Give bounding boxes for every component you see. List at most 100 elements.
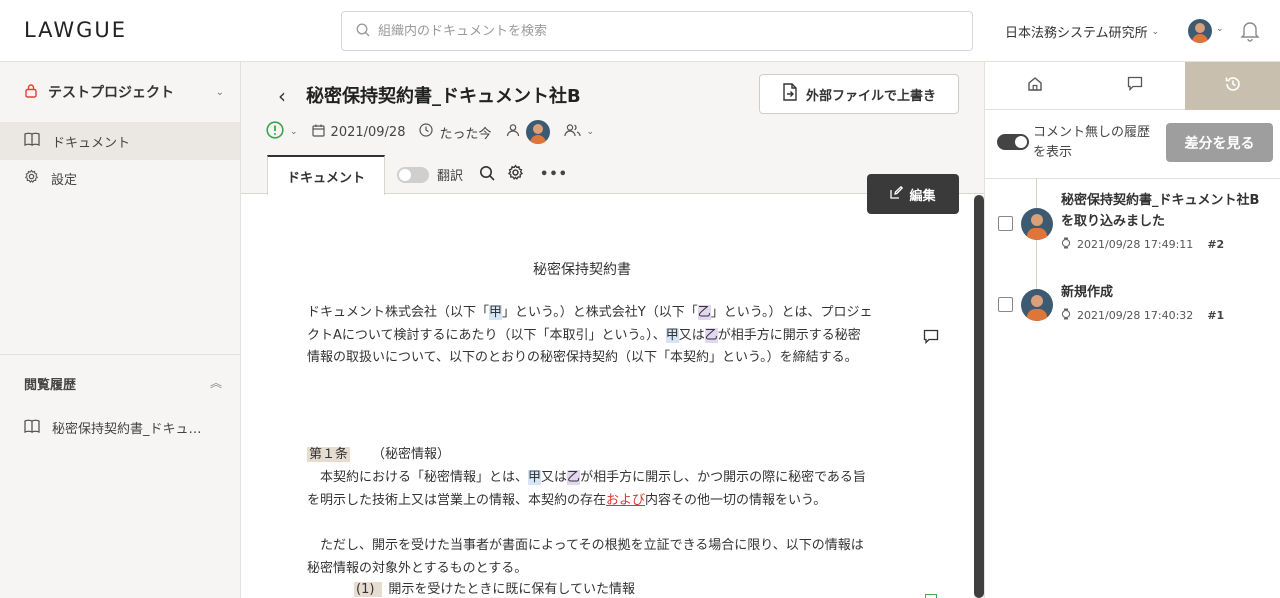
text-run: 」という。）と株式会社Y（以下「 xyxy=(502,305,698,320)
party-kou-highlight[interactable]: 甲 xyxy=(665,327,679,343)
chevron-down-icon: ⌄ xyxy=(1151,26,1160,37)
history-item-label: 秘密保持契約書_ドキュ… xyxy=(52,422,202,437)
party-otsu-highlight[interactable]: 乙 xyxy=(697,305,711,320)
watch-icon xyxy=(1061,308,1071,323)
owner-avatar xyxy=(525,120,550,144)
search-input[interactable] xyxy=(378,23,958,39)
no-comment-history-toggle[interactable] xyxy=(997,134,1029,150)
document-heading: 秘密保持契約書 xyxy=(533,262,631,278)
party-kou-highlight[interactable]: 甲 xyxy=(528,470,542,485)
avatar xyxy=(1021,208,1053,240)
user-avatar[interactable] xyxy=(1188,19,1212,43)
overwrite-external-file-button[interactable]: 外部ファイルで上書き xyxy=(759,74,959,114)
document-meta: ⌄ 2021/09/28 たった今 ⌄ xyxy=(266,120,608,144)
members-selector[interactable]: ⌄ xyxy=(563,123,594,141)
history-entry-title[interactable]: 秘密保持契約書_ドキュメント社Bを取り込みました xyxy=(1061,190,1261,232)
home-icon xyxy=(1027,76,1043,96)
tab-comments[interactable] xyxy=(1085,62,1185,110)
watch-icon xyxy=(1061,237,1071,252)
translate-toggle[interactable] xyxy=(397,166,429,183)
status-selector[interactable]: ⌄ xyxy=(266,121,298,143)
article-1-paragraph-2[interactable]: ただし、開示を受けた当事者が書面によってその根拠を立証できる場合に限り、以下の情… xyxy=(307,535,873,580)
sidebar-item-label: 設定 xyxy=(51,172,78,188)
app-header: LAWGUE 日本法務システム研究所 ⌄ ⌄ xyxy=(0,0,1280,62)
item-text: 開示を受けたときに既に保有していた情報 xyxy=(388,582,636,597)
file-import-icon xyxy=(782,83,798,105)
users-icon xyxy=(563,123,581,141)
edit-button-label: 編集 xyxy=(909,188,936,204)
tab-history[interactable] xyxy=(1185,62,1280,110)
more-icon[interactable]: ••• xyxy=(540,167,568,182)
tab-home[interactable] xyxy=(985,62,1085,110)
scrollbar-thumb[interactable] xyxy=(974,195,984,598)
article-1-paragraph-1[interactable]: 本契約における「秘密情報」とは、甲又は乙が相手方に開示し、かつ開示の際に秘密であ… xyxy=(307,467,873,512)
text-run: 又は xyxy=(678,327,705,343)
comment-icon xyxy=(1127,76,1143,95)
gear-icon[interactable] xyxy=(507,164,524,185)
party-kou-highlight[interactable]: 甲 xyxy=(489,305,503,320)
lock-icon xyxy=(24,83,38,102)
history-entry-checkbox[interactable] xyxy=(998,297,1013,312)
article-1-heading[interactable]: 第１条 （秘密情報） xyxy=(307,444,873,467)
document-updated-text: たった今 xyxy=(439,126,492,142)
chevron-down-icon[interactable]: ⌄ xyxy=(1216,24,1224,34)
calendar-icon xyxy=(311,124,325,141)
search-box[interactable] xyxy=(341,11,973,51)
gear-icon xyxy=(24,169,39,188)
collapse-icon[interactable]: ︽ xyxy=(210,374,222,391)
avatar xyxy=(1021,289,1053,321)
document-owner[interactable] xyxy=(506,120,550,144)
org-selector[interactable]: 日本法務システム研究所 ⌄ xyxy=(1005,22,1159,41)
search-icon[interactable] xyxy=(479,165,495,185)
party-otsu-highlight[interactable]: 乙 xyxy=(704,327,718,343)
article-title: （秘密情報） xyxy=(372,447,451,462)
chevron-down-icon: ⌄ xyxy=(290,127,298,137)
text-run: 又は xyxy=(541,470,568,485)
book-icon xyxy=(24,132,40,150)
history-entry-meta: 2021/09/28 17:40:32 #1 xyxy=(1061,308,1224,323)
article-1-item-1[interactable]: (1) 開示を受けたときに既に保有していた情報 xyxy=(307,579,873,598)
history-icon xyxy=(1224,75,1242,97)
history-entry-meta: 2021/09/28 17:49:11 #2 xyxy=(1061,237,1224,252)
history-entry-title[interactable]: 新規作成 xyxy=(1061,282,1261,303)
view-diff-button[interactable]: 差分を見る xyxy=(1166,123,1273,162)
sidebar-divider xyxy=(0,354,240,355)
item-number: (1) xyxy=(354,582,383,597)
sidebar-item-label: ドキュメント xyxy=(52,135,131,151)
history-entry-avatar xyxy=(1021,208,1053,240)
panel-divider xyxy=(985,178,1280,179)
bell-icon[interactable] xyxy=(1240,20,1260,46)
app-logo[interactable]: LAWGUE xyxy=(24,18,127,42)
no-comment-history-toggle-row: コメント無しの履歴を表示 xyxy=(997,123,1153,163)
article-number: 第１条 xyxy=(307,447,351,462)
org-name: 日本法務システム研究所 xyxy=(1005,26,1148,41)
history-entry-avatar xyxy=(1021,289,1053,321)
back-arrow-icon[interactable]: ‹ xyxy=(278,84,286,108)
toggle-label: コメント無しの履歴を表示 xyxy=(1033,125,1151,160)
document-updated: たった今 xyxy=(419,123,492,142)
text-run: 本契約における「秘密情報」とは、 xyxy=(320,470,529,485)
edit-button[interactable]: 編集 xyxy=(867,174,959,214)
translate-label: 翻訳 xyxy=(437,169,464,184)
project-selector[interactable]: テストプロジェクト ⌄ xyxy=(24,82,224,102)
comment-icon[interactable] xyxy=(923,329,939,348)
document-date: 2021/09/28 xyxy=(311,124,406,141)
preamble-paragraph[interactable]: ドキュメント株式会社（以下「甲」という。）と株式会社Y（以下「乙」という。）とは… xyxy=(307,302,873,370)
document-tools: 翻訳 ••• xyxy=(397,164,568,185)
history-entry-timestamp: 2021/09/28 17:49:11 xyxy=(1077,238,1194,251)
tab-document[interactable]: ドキュメント xyxy=(267,155,385,195)
clock-icon xyxy=(419,123,434,141)
document-date-text: 2021/09/28 xyxy=(330,124,406,140)
history-item[interactable]: 秘密保持契約書_ドキュ… xyxy=(24,418,202,437)
changed-text-highlight[interactable]: および xyxy=(606,493,645,508)
status-marker[interactable] xyxy=(925,594,937,598)
sidebar-item-documents[interactable]: ドキュメント xyxy=(0,122,240,160)
browse-history-title: 閲覧履歴 xyxy=(24,378,77,393)
sidebar-item-settings[interactable]: 設定 xyxy=(0,159,240,197)
status-ok-icon xyxy=(266,121,284,143)
search-icon xyxy=(356,22,370,41)
history-entry-number: #1 xyxy=(1207,309,1225,322)
party-otsu-highlight[interactable]: 乙 xyxy=(567,470,581,485)
book-icon xyxy=(24,419,40,437)
history-entry-checkbox[interactable] xyxy=(998,216,1013,231)
